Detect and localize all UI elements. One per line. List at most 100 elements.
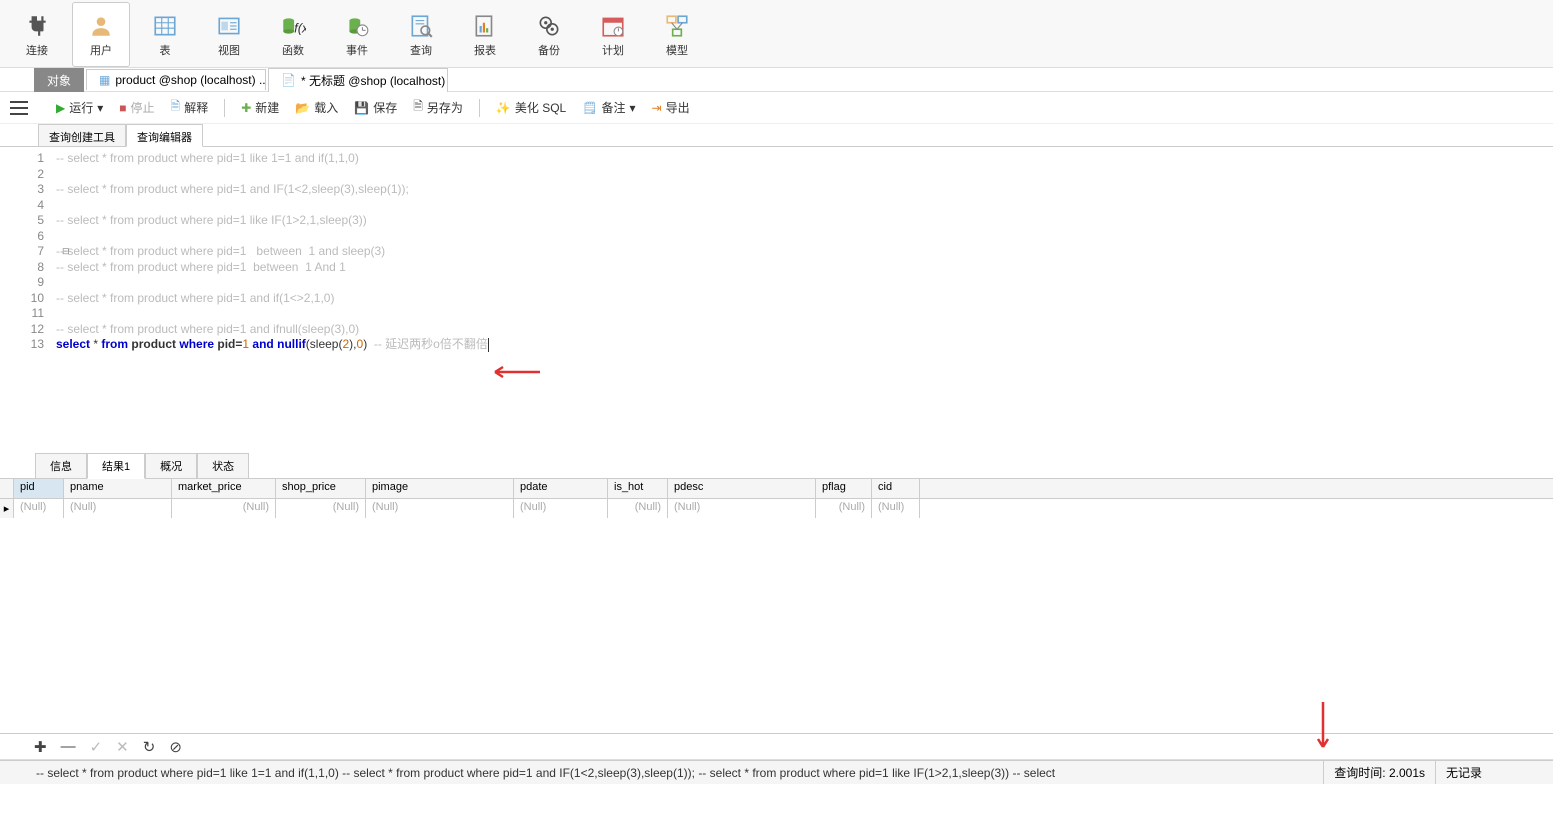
plug-icon [23, 12, 51, 40]
dropdown-icon: ▾ [97, 101, 103, 115]
cell[interactable]: (Null) [172, 499, 276, 518]
tab-summary[interactable]: 概况 [145, 453, 197, 478]
ribbon-label: 用户 [90, 42, 112, 58]
beautify-button[interactable]: ✨ 美化 SQL [490, 96, 572, 119]
annotation-arrow-icon [485, 362, 545, 382]
col-pimage[interactable]: pimage [366, 479, 514, 498]
cell[interactable]: (Null) [668, 499, 816, 518]
ribbon-report[interactable]: 报表 [456, 2, 514, 67]
code-line: -- select * from product where pid=1 bet… [56, 260, 346, 276]
stop-button[interactable]: ⊘ [169, 738, 182, 756]
wand-icon: ✨ [496, 101, 511, 115]
cell[interactable]: (Null) [872, 499, 920, 518]
event-icon [343, 12, 371, 40]
col-pname[interactable]: pname [64, 479, 172, 498]
tab-status[interactable]: 状态 [197, 453, 249, 478]
query-icon [407, 12, 435, 40]
ribbon-function[interactable]: f(x) 函数 [264, 2, 322, 67]
code-line: -- select * from product where pid=1 and… [56, 322, 359, 338]
plus-icon: ✚ [241, 101, 251, 115]
cell[interactable]: (Null) [608, 499, 668, 518]
ribbon-connection[interactable]: 连接 [8, 2, 66, 67]
cell[interactable]: (Null) [366, 499, 514, 518]
status-query-time: 查询时间: 2.001s [1323, 761, 1435, 784]
cancel-button[interactable]: ✕ [116, 738, 129, 756]
editor-subtabs: 查询创建工具 查询编辑器 [0, 124, 1553, 147]
cell[interactable]: (Null) [514, 499, 608, 518]
col-pflag[interactable]: pflag [816, 479, 872, 498]
svg-text:f(x): f(x) [294, 20, 306, 35]
code-line: select * from product where pid=1 and nu… [56, 337, 489, 353]
menu-icon[interactable] [10, 101, 28, 115]
col-is-hot[interactable]: is_hot [608, 479, 668, 498]
stop-button[interactable]: ■停止 [113, 96, 160, 119]
ribbon-user[interactable]: 用户 [72, 2, 130, 67]
btn-label: 运行 [69, 99, 93, 116]
ribbon-label: 连接 [26, 42, 48, 58]
tab-query-editor[interactable]: 查询编辑器 [126, 124, 203, 147]
ribbon-query[interactable]: 查询 [392, 2, 450, 67]
ribbon-table[interactable]: 表 [136, 2, 194, 67]
btn-label: 导出 [666, 99, 690, 116]
new-button[interactable]: ✚新建 [235, 96, 285, 119]
tab-product[interactable]: ▦ product @shop (localhost) ... [86, 69, 266, 90]
ribbon-label: 视图 [218, 42, 240, 58]
tab-query-builder[interactable]: 查询创建工具 [38, 124, 126, 146]
result-grid-body[interactable]: ▸ (Null) (Null) (Null) (Null) (Null) (Nu… [0, 499, 1553, 734]
ribbon-label: 表 [160, 42, 171, 58]
apply-button[interactable]: ✓ [90, 738, 103, 756]
ribbon-label: 查询 [410, 42, 432, 58]
ribbon-model[interactable]: 模型 [648, 2, 706, 67]
add-record-button[interactable]: ✚ [34, 738, 47, 756]
tab-objects[interactable]: 对象 [34, 68, 84, 92]
btn-label: 载入 [314, 99, 338, 116]
ribbon-label: 报表 [474, 42, 496, 58]
btn-label: 美化 SQL [515, 99, 566, 116]
refresh-button[interactable]: ↻ [143, 738, 156, 756]
load-button[interactable]: 📂载入 [289, 96, 344, 119]
row-header-corner [0, 479, 14, 498]
saveas-icon: 🗎 [413, 97, 423, 118]
explain-button[interactable]: 🗎解释 [165, 94, 215, 121]
tab-result[interactable]: 结果1 [87, 453, 145, 479]
cell[interactable]: (Null) [14, 499, 64, 518]
col-pdesc[interactable]: pdesc [668, 479, 816, 498]
col-market-price[interactable]: market_price [172, 479, 276, 498]
code-line: -- select * from product where pid=1 and… [56, 182, 409, 198]
view-icon [215, 12, 243, 40]
col-cid[interactable]: cid [872, 479, 920, 498]
delete-record-button[interactable]: — [61, 738, 76, 755]
tab-info[interactable]: 信息 [35, 453, 87, 478]
col-pid[interactable]: pid [14, 479, 64, 498]
note-icon: 🗒 [582, 101, 597, 115]
status-bar: -- select * from product where pid=1 lik… [0, 760, 1553, 784]
sql-editor[interactable]: 1-- select * from product where pid=1 li… [0, 147, 1553, 453]
status-sql-text: -- select * from product where pid=1 lik… [8, 766, 1323, 780]
fx-icon: f(x) [279, 12, 307, 40]
ribbon-schedule[interactable]: 计划 [584, 2, 642, 67]
report-icon [471, 12, 499, 40]
status-records: 无记录 [1435, 761, 1545, 784]
run-button[interactable]: ▶运行▾ [50, 96, 109, 119]
backup-icon [535, 12, 563, 40]
ribbon-event[interactable]: 事件 [328, 2, 386, 67]
cell[interactable]: (Null) [816, 499, 872, 518]
ribbon-backup[interactable]: 备份 [520, 2, 578, 67]
save-button[interactable]: 💾保存 [348, 96, 403, 119]
col-shop-price[interactable]: shop_price [276, 479, 366, 498]
fold-icon[interactable]: ⊟ [62, 244, 70, 260]
cell[interactable]: (Null) [64, 499, 172, 518]
saveas-button[interactable]: 🗎另存为 [407, 94, 469, 121]
col-pdate[interactable]: pdate [514, 479, 608, 498]
export-button[interactable]: ⇥导出 [646, 96, 696, 119]
ribbon-label: 计划 [602, 42, 624, 58]
cell[interactable]: (Null) [276, 499, 366, 518]
ribbon-view[interactable]: 视图 [200, 2, 258, 67]
result-grid-header: pid pname market_price shop_price pimage… [0, 479, 1553, 499]
tab-label: * 无标题 @shop (localhost) -... [301, 72, 448, 89]
tab-untitled[interactable]: 📄 * 无标题 @shop (localhost) -... [268, 68, 448, 92]
btn-label: 解释 [184, 99, 208, 116]
code-line: -- select * from product where pid=1 lik… [56, 151, 359, 167]
note-button[interactable]: 🗒备注▾ [576, 96, 641, 119]
table-row[interactable]: ▸ (Null) (Null) (Null) (Null) (Null) (Nu… [0, 499, 1553, 518]
